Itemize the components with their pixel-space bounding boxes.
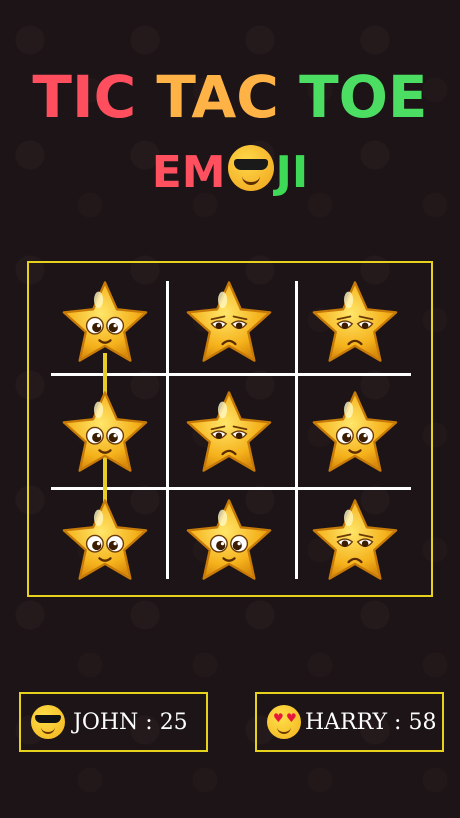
- game-board: [27, 261, 433, 597]
- star-happy-icon: [62, 281, 148, 362]
- player-score-harry: ♥ ♥ HARRY : 58: [255, 692, 444, 752]
- board-cell-r1-c1[interactable]: [171, 379, 287, 485]
- board-cell-r1-c2[interactable]: [297, 379, 413, 485]
- cool-sunglasses-emoji-icon: [227, 145, 274, 191]
- star-happy-icon: [186, 499, 272, 580]
- game-subtitle: EM JI: [0, 140, 460, 206]
- star-sad-icon: [312, 499, 398, 580]
- player-score-label: HARRY : 58: [305, 709, 437, 735]
- star-sad-icon: [186, 391, 272, 472]
- title-word-tic: TIC: [32, 63, 137, 131]
- board-cell-r2-c0[interactable]: [47, 487, 163, 593]
- star-sad-icon: [186, 281, 272, 362]
- title-word-tac: TAC: [156, 63, 279, 131]
- board-cell-r2-c1[interactable]: [171, 487, 287, 593]
- player-score-label: JOHN : 25: [73, 709, 188, 735]
- sunglasses-emoji-icon: [31, 705, 65, 739]
- star-happy-icon: [312, 391, 398, 472]
- board-cell-r1-c0[interactable]: [47, 379, 163, 485]
- board-cell-r0-c1[interactable]: [171, 269, 287, 375]
- star-happy-icon: [62, 391, 148, 472]
- star-sad-icon: [312, 281, 398, 362]
- player-score-john: JOHN : 25: [19, 692, 208, 752]
- heart-eyes-emoji-icon: ♥ ♥: [267, 705, 301, 739]
- grid-line-vertical-1: [166, 281, 169, 579]
- subtitle-em: EM: [151, 147, 226, 198]
- star-happy-icon: [62, 499, 148, 580]
- board-cell-r2-c2[interactable]: [297, 487, 413, 593]
- title-word-toe: TOE: [299, 63, 428, 131]
- game-title: TIC TAC TOE: [0, 62, 460, 132]
- board-cell-r0-c0[interactable]: [47, 269, 163, 375]
- board-cell-r0-c2[interactable]: [297, 269, 413, 375]
- subtitle-ji: JI: [275, 147, 309, 198]
